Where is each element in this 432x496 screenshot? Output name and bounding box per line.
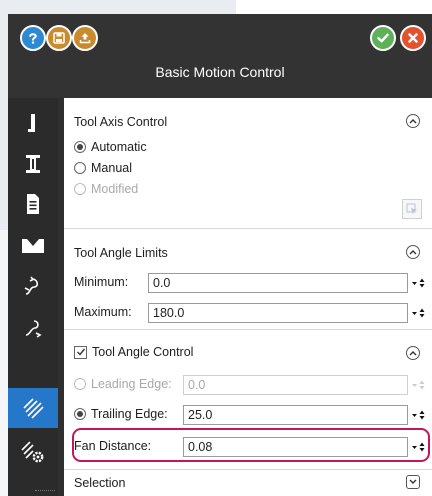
section-title: Selection <box>74 476 126 490</box>
collapse-toggle[interactable] <box>406 114 420 128</box>
radio-label: Trailing Edge: <box>91 407 168 421</box>
spinner-icon <box>412 380 425 390</box>
trailing-edge-spinner[interactable] <box>410 405 426 425</box>
question-icon <box>29 33 37 44</box>
sidebar-item-document[interactable] <box>8 184 58 224</box>
backdrop-strip <box>236 0 432 14</box>
radio-trailing-edge[interactable]: Trailing Edge: <box>74 407 168 421</box>
chevron-down-icon <box>409 479 417 484</box>
sidebar-item-holder[interactable] <box>8 144 58 184</box>
radio-label: Automatic <box>91 140 147 154</box>
radio-label: Modified <box>91 182 139 196</box>
link-in-icon <box>24 276 39 295</box>
spinner-icon <box>412 410 425 420</box>
maximum-label: Maximum: <box>74 305 132 319</box>
minimum-field[interactable]: 0.0 <box>148 273 408 293</box>
selection-section: Selection <box>64 469 432 496</box>
basic-motion-control-panel: Basic Motion Control Tool Axis Control A… <box>8 14 432 496</box>
tool-angle-limits-section: Tool Angle Limits Minimum: 0.0 Maximum: … <box>64 228 432 329</box>
trailing-edge-field[interactable]: 25.0 <box>183 405 408 425</box>
floppy-icon <box>53 32 65 44</box>
sidebar-more-indicator <box>35 490 55 493</box>
chevron-up-icon <box>409 250 417 255</box>
sidebar-item-pocket[interactable] <box>8 226 58 266</box>
save-button[interactable] <box>46 25 72 51</box>
collapse-toggle[interactable] <box>406 245 420 259</box>
check-icon <box>76 348 85 356</box>
chevron-up-icon <box>409 351 417 356</box>
radio-modified[interactable]: Modified <box>74 182 138 196</box>
pick-cursor-icon <box>406 203 417 214</box>
radio-label: Manual <box>91 161 132 175</box>
fan-distance-highlight <box>72 428 430 462</box>
motion-lines-icon <box>23 398 44 419</box>
radio-leading-edge[interactable]: Leading Edge: <box>74 377 172 391</box>
sidebar-item-link-out[interactable] <box>8 308 58 348</box>
spinner-icon <box>412 278 425 288</box>
ok-button[interactable] <box>370 25 396 51</box>
radio-indicator <box>74 378 86 390</box>
tool-angle-control-checkbox[interactable]: Tool Angle Control <box>74 345 193 359</box>
sidebar-item-motion-lines[interactable] <box>8 388 58 428</box>
pick-button[interactable] <box>402 199 422 219</box>
minimum-spinner[interactable] <box>410 273 426 293</box>
tool-axis-control-section: Tool Axis Control Automatic Manual Modif… <box>64 98 432 228</box>
check-icon <box>377 33 389 43</box>
sidebar-item-motion-settings[interactable] <box>8 432 58 472</box>
minimum-label: Minimum: <box>74 275 129 289</box>
checkbox-indicator <box>74 345 87 359</box>
chevron-up-icon <box>409 119 417 124</box>
help-button[interactable] <box>20 25 46 51</box>
maximum-spinner[interactable] <box>410 303 426 323</box>
sidebar-item-tool[interactable] <box>8 104 58 144</box>
collapse-toggle[interactable] <box>406 346 420 360</box>
link-out-icon <box>25 320 42 338</box>
window-title: Basic Motion Control <box>155 64 285 80</box>
radio-label: Leading Edge: <box>91 377 172 391</box>
leading-edge-spinner[interactable] <box>410 375 426 395</box>
pocket-icon <box>22 239 44 253</box>
spinner-icon <box>412 308 425 318</box>
sidebar-item-link-in[interactable] <box>8 266 58 306</box>
section-title: Tool Angle Control <box>92 345 194 359</box>
cancel-button[interactable] <box>400 25 426 51</box>
section-title: Tool Angle Limits <box>74 246 168 260</box>
backdrop-strip <box>0 230 8 496</box>
motion-settings-icon <box>21 441 44 463</box>
radio-indicator <box>74 183 86 195</box>
radio-automatic[interactable]: Automatic <box>74 140 147 154</box>
tool-icon <box>28 114 35 132</box>
section-title: Tool Axis Control <box>74 115 168 129</box>
close-icon <box>408 33 418 43</box>
title-bar: Basic Motion Control <box>8 14 432 98</box>
maximum-field[interactable]: 180.0 <box>148 303 408 323</box>
radio-manual[interactable]: Manual <box>74 161 132 175</box>
settings-content: Tool Axis Control Automatic Manual Modif… <box>64 98 432 496</box>
radio-indicator <box>74 162 86 174</box>
radio-indicator <box>74 141 86 153</box>
leading-edge-field[interactable]: 0.0 <box>183 375 408 395</box>
radio-indicator <box>74 408 86 420</box>
holder-icon <box>26 155 40 173</box>
upload-icon <box>79 33 91 44</box>
sidebar <box>8 98 58 496</box>
export-button[interactable] <box>72 25 98 51</box>
expand-toggle[interactable] <box>406 475 420 489</box>
document-icon <box>27 194 39 214</box>
